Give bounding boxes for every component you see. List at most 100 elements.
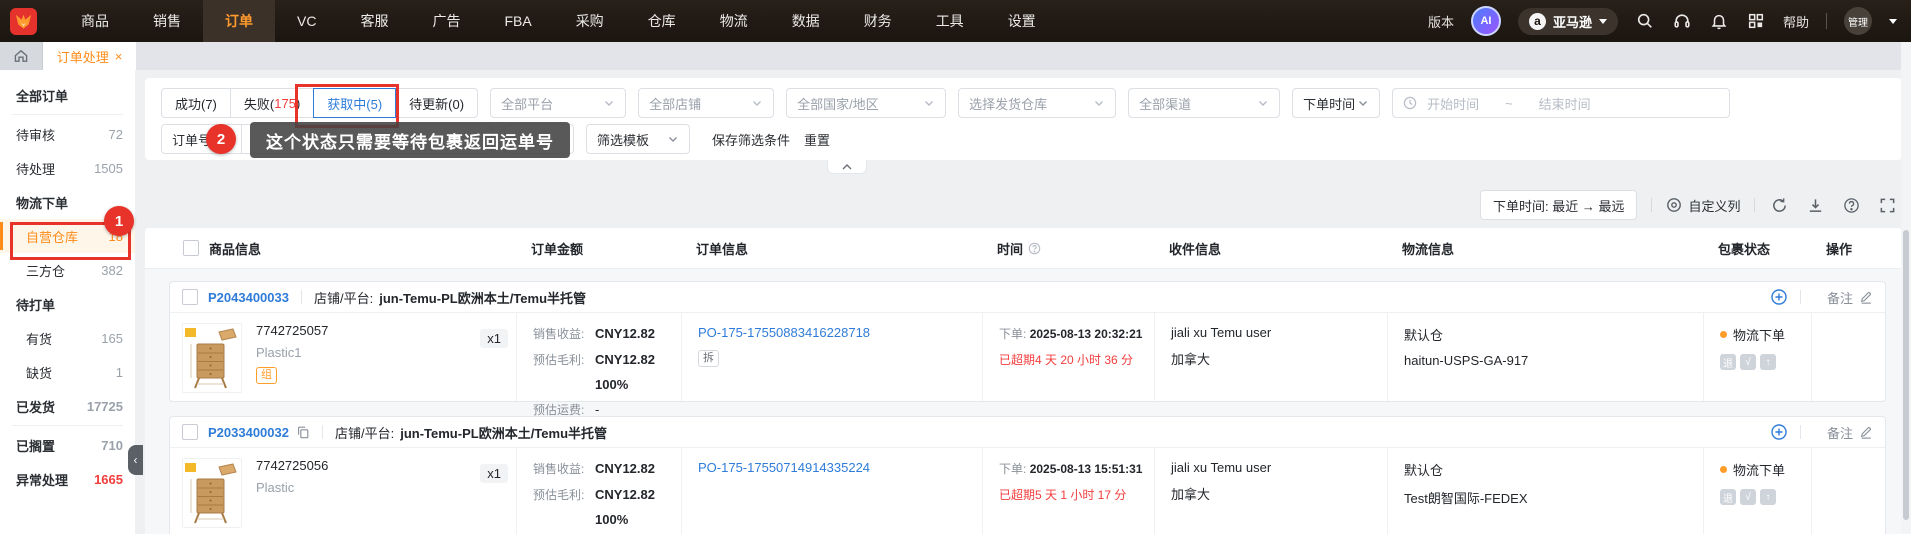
order-id-link[interactable]: P2043400033	[208, 290, 289, 305]
save-filter-link[interactable]: 保存筛选条件	[712, 130, 790, 149]
app-logo-fox-icon[interactable]	[10, 7, 37, 35]
upload-icon[interactable]: ↑	[1760, 489, 1776, 505]
copy-icon[interactable]	[296, 425, 310, 439]
chevron-down-icon	[925, 101, 934, 106]
store-selector[interactable]: a 亚马逊	[1517, 7, 1618, 35]
version-link[interactable]: 版本	[1428, 12, 1454, 31]
divider	[1799, 290, 1801, 304]
filter-collapse-tab[interactable]	[827, 160, 867, 174]
sidebar-item-out-of-stock[interactable]: 缺货 1	[0, 355, 135, 389]
row-checkbox[interactable]	[182, 289, 198, 305]
date-range-picker[interactable]: 开始时间 ~ 结束时间	[1392, 88, 1731, 118]
admin-avatar[interactable]: 管理	[1844, 7, 1872, 35]
nav-item-tools[interactable]: 工具	[914, 0, 986, 42]
column-header: 物流信息	[1402, 241, 1455, 257]
row-checkbox[interactable]	[182, 424, 198, 440]
product-sku[interactable]: 7742725057	[256, 323, 328, 338]
warehouse-select[interactable]: 选择发货仓库	[958, 88, 1117, 118]
header-recipient: 收件信息	[1153, 239, 1386, 258]
cell-order-info: PO-175-17550714914335224	[681, 448, 982, 534]
home-tab[interactable]	[0, 42, 43, 70]
status-tab-success[interactable]: 成功(7)	[161, 88, 231, 118]
return-icon[interactable]: 退	[1720, 489, 1736, 505]
order-id-link[interactable]: P2033400032	[208, 425, 289, 440]
help-link[interactable]: 帮助	[1783, 12, 1809, 31]
custom-columns-button[interactable]: 自定义列	[1666, 196, 1740, 215]
nav-item-service[interactable]: 客服	[338, 0, 410, 42]
nav-item-logistics[interactable]: 物流	[698, 0, 770, 42]
sidebar-item-pending-process[interactable]: 待处理 1505	[0, 151, 135, 185]
status-dot	[1720, 331, 1727, 338]
edit-pencil-icon[interactable]	[1859, 290, 1873, 304]
sidebar-item-exception[interactable]: 异常处理 1665	[0, 462, 135, 496]
remark-label[interactable]: 备注	[1827, 288, 1853, 307]
bell-icon[interactable]	[1709, 11, 1729, 31]
add-circle-icon[interactable]	[1770, 288, 1788, 306]
nav-item-finance[interactable]: 财务	[842, 0, 914, 42]
headset-icon[interactable]	[1672, 11, 1692, 31]
fullscreen-icon[interactable]	[1877, 195, 1897, 215]
po-number-link[interactable]: PO-175-17550714914335224	[698, 460, 982, 475]
sidebar-item-third-party-warehouse[interactable]: 三方仓 382	[0, 253, 135, 287]
nav-item-orders[interactable]: 订单	[203, 0, 275, 42]
status-tab-failed[interactable]: 失败(175)	[229, 88, 315, 118]
refresh-icon[interactable]	[1769, 195, 1789, 215]
sidebar-item-to-print[interactable]: 待打单	[0, 287, 135, 321]
ai-assistant-badge[interactable]: AI	[1470, 6, 1501, 36]
nav-item-vc[interactable]: VC	[275, 0, 338, 42]
header-order-info: 订单信息	[680, 239, 981, 258]
upload-icon[interactable]: ↑	[1760, 354, 1776, 370]
po-number-link[interactable]: PO-175-17550883416228718	[698, 325, 982, 340]
scrollbar-thumb[interactable]	[1903, 230, 1909, 520]
nav-item-settings[interactable]: 设置	[986, 0, 1058, 42]
nav-item-products[interactable]: 商品	[59, 0, 131, 42]
sidebar-item-in-stock[interactable]: 有货 165	[0, 321, 135, 355]
sidebar-item-on-hold[interactable]: 已搁置 710	[0, 428, 135, 462]
status-tab-fetching[interactable]: 获取中(5)	[313, 88, 397, 118]
sidebar-collapse-handle[interactable]: ‹	[128, 445, 143, 475]
nav-item-warehouse[interactable]: 仓库	[626, 0, 698, 42]
channel-select[interactable]: 全部渠道	[1128, 88, 1281, 118]
placed-label: 下单:	[999, 462, 1027, 476]
shop-select[interactable]: 全部店铺	[638, 88, 775, 118]
country-select[interactable]: 全部国家/地区	[786, 88, 947, 118]
sidebar-item-count: 165	[101, 330, 123, 346]
add-circle-icon[interactable]	[1770, 423, 1788, 441]
nav-item-ads[interactable]: 广告	[410, 0, 482, 42]
edit-pencil-icon[interactable]	[1859, 425, 1873, 439]
confirm-icon[interactable]: √	[1740, 489, 1756, 505]
nav-item-data[interactable]: 数据	[770, 0, 842, 42]
download-icon[interactable]	[1805, 195, 1825, 215]
sidebar-item-shipped[interactable]: 已发货 17725	[0, 389, 135, 423]
tab-order-processing[interactable]: 订单处理 ×	[43, 42, 136, 70]
sidebar-item-all-orders[interactable]: 全部订单	[0, 78, 135, 112]
help-icon[interactable]	[1841, 195, 1861, 215]
annotation-step1-badge: 1	[104, 206, 134, 236]
search-icon[interactable]	[1635, 11, 1655, 31]
sort-order-button[interactable]: 下单时间: 最近 → 最远	[1480, 190, 1638, 220]
question-circle-icon[interactable]	[1028, 242, 1041, 255]
chevron-down-icon[interactable]	[1889, 18, 1897, 24]
return-icon[interactable]: 退	[1720, 354, 1736, 370]
recipient-name: jiali xu Temu user	[1171, 460, 1272, 475]
nav-item-purchase[interactable]: 采购	[554, 0, 626, 42]
sidebar-item-label: 待打单	[16, 297, 56, 313]
platform-select[interactable]: 全部平台	[490, 88, 627, 118]
time-type-select[interactable]: 下单时间	[1292, 88, 1381, 118]
select-value: 全部渠道	[1139, 96, 1192, 112]
status-tab-to-update[interactable]: 待更新(0)	[395, 88, 479, 118]
remark-label[interactable]: 备注	[1827, 423, 1853, 442]
apps-grid-icon[interactable]	[1746, 11, 1766, 31]
sidebar-item-pending-review[interactable]: 待审核 72	[0, 117, 135, 151]
product-image[interactable]	[182, 458, 242, 528]
filter-template-select[interactable]: 筛选模板	[586, 124, 691, 154]
close-icon[interactable]: ×	[115, 49, 123, 64]
confirm-icon[interactable]: √	[1740, 354, 1756, 370]
nav-item-fba[interactable]: FBA	[482, 0, 553, 42]
product-image[interactable]	[182, 323, 242, 393]
reset-link[interactable]: 重置	[804, 130, 830, 149]
divider	[1651, 198, 1653, 212]
nav-item-sales[interactable]: 销售	[131, 0, 203, 42]
select-all-checkbox[interactable]	[183, 240, 199, 256]
product-sku[interactable]: 7742725056	[256, 458, 328, 473]
